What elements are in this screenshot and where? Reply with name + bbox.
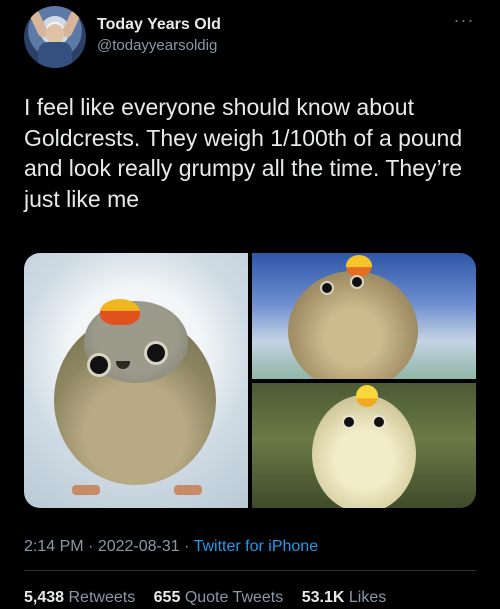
- goldcrest-eye-right: [374, 417, 384, 427]
- tweet-media: [24, 253, 476, 508]
- more-icon[interactable]: ···: [452, 11, 476, 34]
- tweet-date[interactable]: 2022-08-31: [98, 538, 180, 555]
- author-handle[interactable]: @todayyearsoldig: [97, 37, 217, 54]
- tweet-text: I feel like everyone should know about G…: [24, 94, 463, 212]
- goldcrest-crest: [100, 299, 140, 325]
- tweet: Today Years Old @todayyearsoldig ··· I f…: [0, 0, 500, 609]
- likes-count[interactable]: 53.1K: [302, 589, 345, 606]
- goldcrest-body: [312, 395, 416, 508]
- divider: [24, 570, 476, 571]
- goldcrest-foot-right: [174, 485, 202, 495]
- media-image-goldcrest-2[interactable]: [252, 253, 476, 379]
- author-name[interactable]: Today Years Old: [97, 16, 221, 34]
- tweet-time[interactable]: 2:14 PM: [24, 538, 84, 555]
- meta-separator: ·: [179, 538, 194, 555]
- goldcrest-eye-left: [322, 283, 332, 293]
- avatar-face: [46, 24, 64, 44]
- tweet-meta: 2:14 PM · 2022-08-31 · Twitter for iPhon…: [24, 538, 318, 556]
- meta-separator: ·: [83, 538, 98, 555]
- tweet-stats: 5,438 Retweets 655 Quote Tweets 53.1K Li…: [24, 589, 400, 607]
- avatar[interactable]: [24, 6, 86, 68]
- media-image-goldcrest-1[interactable]: [24, 253, 248, 508]
- goldcrest-eye-left: [90, 356, 108, 374]
- retweets-count[interactable]: 5,438: [24, 589, 64, 606]
- tweet-source[interactable]: Twitter for iPhone: [194, 538, 319, 555]
- goldcrest-foot-left: [72, 485, 100, 495]
- likes-label[interactable]: Likes: [349, 589, 386, 606]
- quote-tweets-label[interactable]: Quote Tweets: [185, 589, 283, 606]
- goldcrest-body: [288, 271, 418, 379]
- avatar-shirt: [38, 42, 72, 68]
- goldcrest-eye-right: [147, 344, 165, 362]
- media-image-goldcrest-3[interactable]: [252, 383, 476, 508]
- goldcrest-crest: [346, 255, 372, 277]
- goldcrest-eye-left: [344, 417, 354, 427]
- goldcrest-crest: [356, 385, 378, 407]
- goldcrest-eye-right: [352, 277, 362, 287]
- quote-tweets-count[interactable]: 655: [154, 589, 181, 606]
- retweets-label[interactable]: Retweets: [69, 589, 136, 606]
